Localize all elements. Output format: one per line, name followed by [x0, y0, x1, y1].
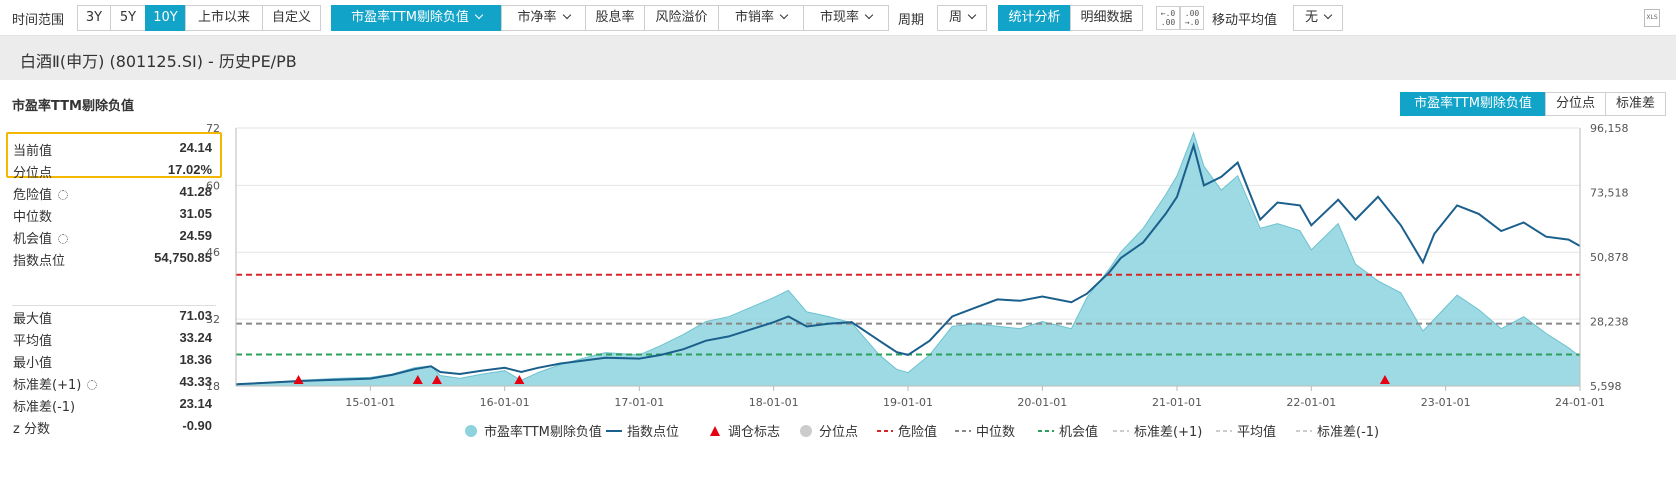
chevron-down-icon: [779, 10, 789, 20]
legend-item[interactable]: 标准差(-1): [1296, 425, 1379, 440]
metric-pcf-dropdown[interactable]: 市现率: [803, 5, 889, 31]
metric-dividend-button[interactable]: 股息率: [585, 5, 645, 31]
range-3y-button[interactable]: 3Y: [77, 5, 111, 31]
legend-label: 市盈率TTM剔除负值: [484, 424, 602, 440]
period-dropdown[interactable]: 周: [937, 5, 987, 31]
xls-download-icon[interactable]: XLS: [1644, 9, 1660, 27]
y-right-tick-label: 96,158: [1590, 122, 1629, 135]
pe-chart[interactable]: 72 96,158 60 73,518 46 50,878 32 28,238 18 5,598 1…: [0, 80, 1676, 497]
y-left-tick-label: 18: [206, 380, 220, 393]
chart-legend: 市盈率TTM剔除负值 指数点位 调仓标志 分位点 危险值 中位数 机会值 标准差(+1) 平均值…: [465, 424, 1379, 440]
legend-item[interactable]: 调仓标志: [710, 425, 780, 440]
pe-area-layer: [235, 131, 1581, 387]
metric-pe-ttm-dropdown[interactable]: 市盈率TTM剔除负值: [331, 5, 502, 31]
moving-average-label: 移动平均值: [1212, 13, 1278, 28]
title-bar: 白酒Ⅱ(申万) (801125.SI) - 历史PE/PB: [0, 36, 1676, 80]
y-right-tick-label: 28,238: [1590, 316, 1629, 329]
legend-label: 危险值: [898, 424, 937, 440]
x-tick-label: 16-01-01: [480, 396, 530, 409]
chevron-down-icon: [562, 10, 571, 20]
legend-swatch: [465, 425, 477, 437]
range-since-listing-button[interactable]: 上市以来: [185, 5, 263, 31]
chart-panel: 市盈率TTM剔除负值 市盈率TTM剔除负值 分位点 标准差 当前值 24.14 分…: [0, 80, 1676, 497]
legend-item[interactable]: 中位数: [955, 425, 1015, 440]
legend-item[interactable]: 机会值: [1038, 424, 1098, 440]
metric-risk-premium-button[interactable]: 风险溢价: [644, 5, 719, 31]
y-right-tick-label: 73,518: [1590, 187, 1629, 200]
x-tick-label: 20-01-01: [1017, 396, 1067, 409]
x-tick-label: 18-01-01: [749, 396, 799, 409]
y-right-tick-label: 50,878: [1590, 251, 1629, 264]
time-range-label: 时间范围: [12, 13, 65, 28]
pe-ttm-area: [235, 131, 1581, 387]
legend-label: 机会值: [1059, 424, 1098, 440]
moving-average-dropdown[interactable]: 无: [1293, 5, 1343, 31]
period-value: 周: [948, 10, 962, 25]
decimal-decrease-icon[interactable]: .00 →.0: [1180, 6, 1204, 30]
chevron-down-icon: [474, 10, 484, 20]
x-tick-label: 23-01-01: [1421, 396, 1471, 409]
x-tick-label: 15-01-01: [345, 396, 395, 409]
legend-label: 中位数: [976, 425, 1015, 440]
x-tick-label: 17-01-01: [614, 396, 664, 409]
x-tick-label: 19-01-01: [883, 396, 933, 409]
y-left-tick-label: 46: [206, 246, 220, 259]
legend-item[interactable]: 指数点位: [606, 425, 679, 440]
legend-label: 标准差(+1): [1134, 425, 1202, 440]
legend-label: 分位点: [819, 425, 858, 440]
rebalance-marker: [293, 375, 304, 384]
chevron-down-icon: [967, 10, 977, 20]
metric-pcf-label: 市现率: [819, 10, 859, 25]
legend-label: 指数点位: [627, 425, 679, 440]
metric-pb-label: 市净率: [517, 10, 557, 25]
stats-analysis-button[interactable]: 统计分析: [998, 5, 1071, 31]
chevron-down-icon: [864, 10, 874, 20]
detail-data-button[interactable]: 明细数据: [1070, 5, 1143, 31]
metric-ps-label: 市销率: [734, 10, 774, 25]
page-title: 白酒Ⅱ(申万) (801125.SI) - 历史PE/PB: [20, 52, 297, 71]
x-tick-label: 24-01-01: [1555, 396, 1605, 409]
legend-label: 平均值: [1237, 424, 1276, 440]
moving-average-value: 无: [1304, 10, 1318, 25]
legend-item[interactable]: 标准差(+1): [1113, 425, 1202, 440]
x-tick-label: 21-01-01: [1152, 396, 1202, 409]
legend-item[interactable]: 危险值: [877, 424, 937, 440]
y-left-tick-label: 32: [206, 313, 220, 326]
x-tick-label: 22-01-01: [1286, 396, 1336, 409]
range-10y-button[interactable]: 10Y: [145, 5, 186, 31]
legend-item[interactable]: 平均值: [1216, 424, 1276, 440]
metric-ps-dropdown[interactable]: 市销率: [718, 5, 804, 31]
range-custom-button[interactable]: 自定义: [262, 5, 321, 31]
legend-swatch: [710, 426, 720, 436]
y-right-tick-label: 5,598: [1590, 380, 1622, 393]
decimal-increase-icon[interactable]: ←.0 .00: [1156, 6, 1180, 30]
legend-item[interactable]: 市盈率TTM剔除负值: [465, 424, 602, 440]
y-left-tick-label: 72: [206, 122, 220, 135]
legend-item[interactable]: 分位点: [800, 425, 858, 440]
legend-swatch: [800, 425, 812, 437]
toolbar: 时间范围 3Y 5Y 10Y 上市以来 自定义 市盈率TTM剔除负值 市净率 股…: [0, 0, 1676, 36]
range-5y-button[interactable]: 5Y: [110, 5, 146, 31]
y-left-tick-label: 60: [206, 179, 220, 192]
legend-label: 标准差(-1): [1317, 425, 1379, 440]
period-label: 周期: [898, 13, 925, 28]
chevron-down-icon: [1323, 10, 1333, 20]
metric-pe-ttm-label: 市盈率TTM剔除负值: [351, 10, 469, 25]
metric-pb-dropdown[interactable]: 市净率: [501, 5, 586, 31]
legend-label: 调仓标志: [728, 425, 780, 440]
